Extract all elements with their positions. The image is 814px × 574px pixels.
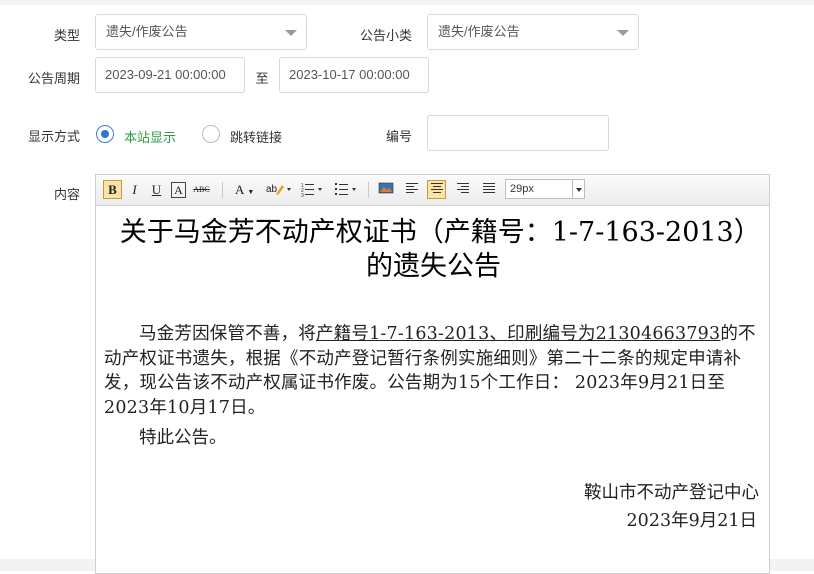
bold-button[interactable]: B (103, 180, 122, 199)
font-size-value: 29px (510, 183, 534, 195)
chevron-down-icon: ▼ (247, 188, 255, 196)
font-size-select[interactable]: 29px (505, 179, 585, 199)
italic-button[interactable]: I (125, 180, 144, 199)
document-paragraph: 马金芳因保管不善，将产籍号1-7-163-2013、印刷编号为213046637… (104, 322, 756, 420)
svg-text:3: 3 (301, 193, 304, 197)
subtype-select[interactable]: 遗失/作废公告 (427, 14, 639, 50)
period-to-label: 至 (255, 71, 269, 86)
svg-text:ab: ab (266, 184, 278, 195)
font-button[interactable]: A (169, 180, 188, 199)
radio-local-display-label[interactable]: 本站显示 (124, 127, 176, 146)
period-label: 公告周期 (27, 71, 80, 86)
radio-redirect-link-label[interactable]: 跳转链接 (230, 127, 282, 146)
number-label: 编号 (385, 129, 412, 144)
align-justify-button[interactable] (479, 180, 498, 199)
paragraph-text-a: 马金芳因保管不善，将 (139, 324, 316, 344)
underline-button[interactable]: U (147, 180, 166, 199)
align-justify-icon (482, 183, 495, 193)
align-center-button[interactable] (427, 180, 446, 199)
rich-text-editor[interactable]: B I U A ABC A ▼ ab 1 2 3 29px 关于马金芳不动产权证… (95, 174, 770, 574)
type-select[interactable]: 遗失/作废公告 (95, 14, 307, 50)
chevron-down-icon (285, 30, 297, 36)
image-icon (378, 182, 393, 194)
unordered-list-icon (335, 183, 356, 195)
align-right-button[interactable] (453, 180, 472, 199)
font-color-button[interactable]: A ▼ (231, 180, 259, 199)
paragraph-underlined-text: 产籍号1-7-163-2013、印刷编号为21304663793 (316, 324, 721, 344)
subtype-select-value: 遗失/作废公告 (438, 24, 520, 39)
bottom-band-right (770, 559, 814, 571)
subtype-label: 公告小类 (359, 28, 412, 43)
document-title: 关于马金芳不动产权证书（产籍号：1-7-163-2013）的遗失公告 (119, 217, 748, 282)
highlight-color-button[interactable]: ab (264, 180, 294, 199)
unordered-list-button[interactable] (333, 180, 361, 199)
align-right-icon (456, 183, 469, 193)
font-button-label: A (171, 182, 186, 198)
toolbar-separator (368, 182, 369, 198)
ordered-list-button[interactable]: 1 2 3 (299, 180, 327, 199)
period-end-input[interactable]: 2023-10-17 00:00:00 (279, 57, 429, 93)
top-band (0, 0, 814, 5)
radio-local-display[interactable] (96, 125, 114, 143)
editor-toolbar: B I U A ABC A ▼ ab 1 2 3 29px (96, 175, 769, 206)
content-label: 内容 (53, 187, 80, 202)
font-color-label: A (235, 182, 245, 197)
number-input[interactable] (427, 115, 609, 151)
align-left-button[interactable] (402, 180, 421, 199)
align-center-icon (430, 183, 443, 193)
bottom-band-left (0, 559, 95, 571)
align-left-icon (405, 183, 418, 193)
strikethrough-button[interactable]: ABC (192, 180, 211, 199)
chevron-down-icon (572, 180, 584, 198)
radio-redirect-link[interactable] (202, 125, 220, 143)
ordered-list-icon: 1 2 3 (301, 183, 322, 199)
highlighter-icon: ab (266, 184, 291, 195)
document-date: 2023年9月21日 (626, 511, 757, 531)
period-start-input[interactable]: 2023-09-21 00:00:00 (95, 57, 245, 93)
toolbar-separator (222, 182, 223, 198)
chevron-down-icon (617, 30, 629, 36)
editor-content[interactable]: 关于马金芳不动产权证书（产籍号：1-7-163-2013）的遗失公告 马金芳因保… (96, 206, 769, 572)
type-select-value: 遗失/作废公告 (106, 24, 188, 39)
type-label: 类型 (53, 28, 80, 43)
display-label: 显示方式 (27, 129, 80, 144)
document-signer: 鞍山市不动产登记中心 (584, 483, 759, 503)
document-closing: 特此公告。 (139, 428, 227, 448)
insert-image-button[interactable] (376, 180, 395, 199)
